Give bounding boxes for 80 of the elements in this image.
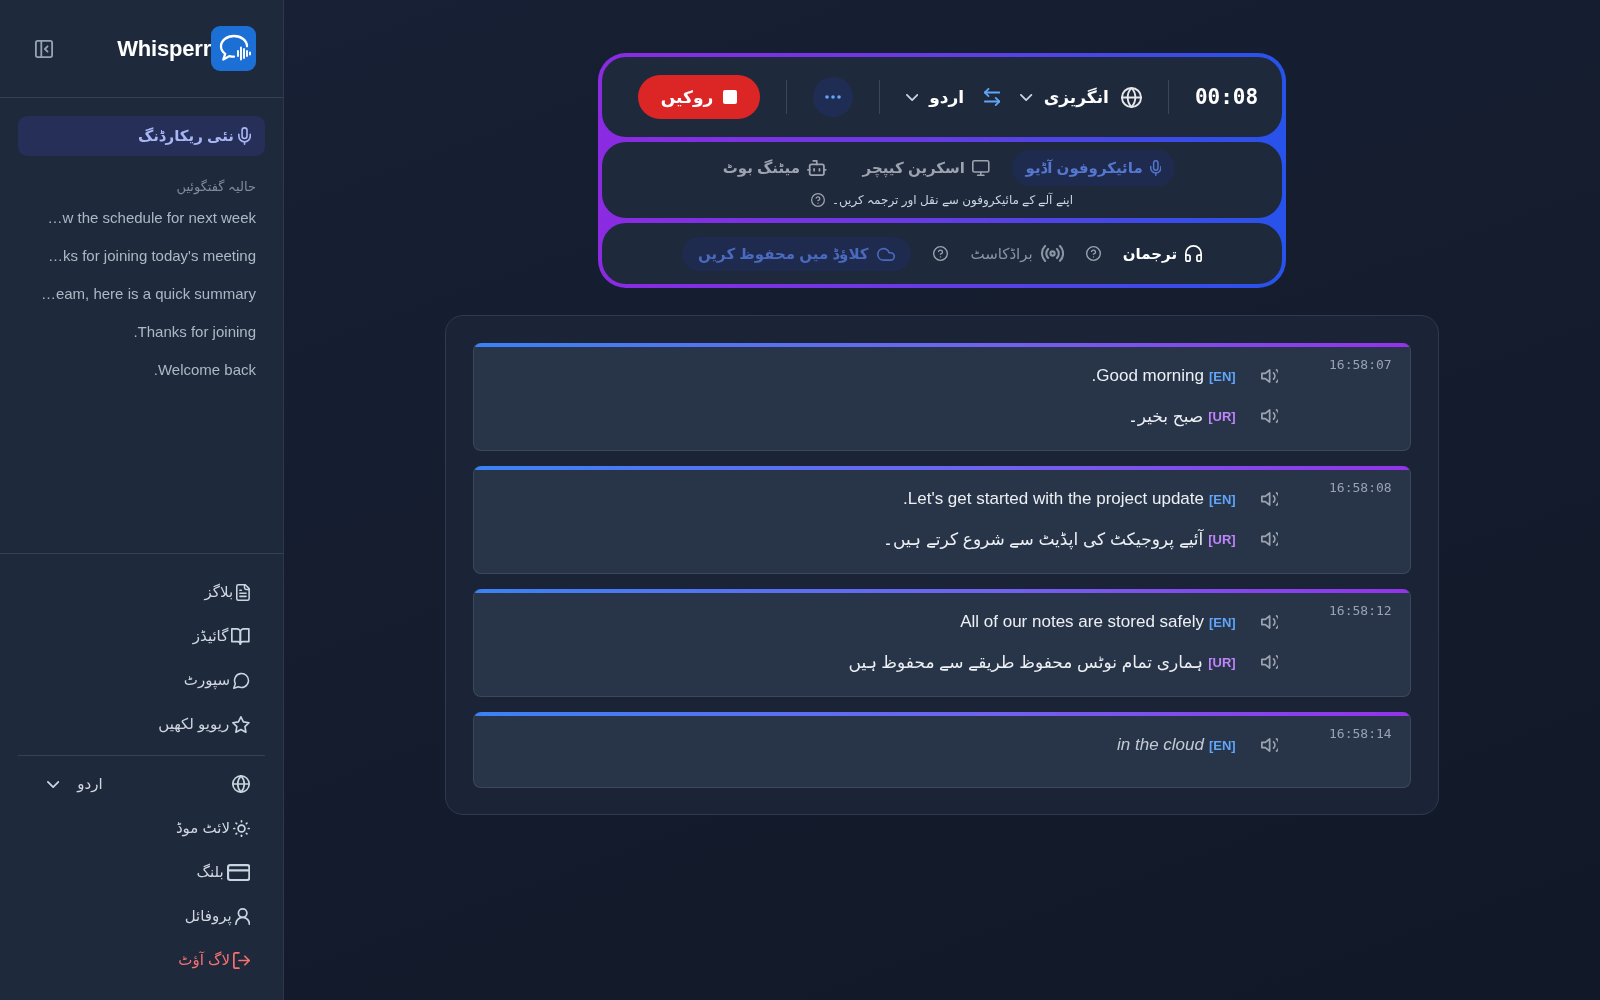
recent-conversation-item[interactable]: …ks for joining today's meeting (48, 237, 256, 275)
microphone-icon (237, 127, 251, 145)
output-toggle[interactable]: ترجمان (1122, 237, 1203, 270)
star-icon (232, 715, 250, 733)
language-dropdown[interactable]: اردو (906, 80, 965, 114)
chevron-down-icon (906, 93, 919, 101)
monitor-icon (971, 160, 990, 176)
language-tag: [EN] (1209, 614, 1236, 630)
nav-link[interactable]: گائیڈز (192, 614, 250, 658)
speaker-icon[interactable] (1260, 409, 1278, 423)
recent-conversation-item[interactable]: …eam, here is a quick summary (40, 275, 256, 313)
chevron-down-icon (47, 780, 60, 788)
help-icon[interactable] (1085, 246, 1101, 261)
chevron-down-icon (1020, 93, 1033, 101)
language-tag: [UR] (1208, 531, 1236, 547)
stop-button[interactable]: روکیں (638, 75, 760, 119)
language-tag: [UR] (1208, 654, 1236, 670)
dots-icon (825, 95, 841, 99)
globe-icon (1120, 86, 1142, 108)
robot-icon (807, 160, 827, 176)
transcript-text: صبح بخیر۔ (1127, 405, 1204, 427)
timestamp: 16:58:14 (1329, 725, 1392, 743)
chat-bubble-icon (233, 671, 250, 689)
transcript-text: آئیے پروجیکٹ کی اپڈیٹ سے شروع کرتے ہیں۔ (883, 528, 1204, 550)
speaker-icon[interactable] (1260, 738, 1278, 752)
logout-link[interactable]: لاگ آؤٹ (178, 938, 250, 982)
language-dropdown[interactable]: انگریزی (1020, 80, 1109, 114)
logout-icon (233, 951, 250, 969)
speaker-icon[interactable] (1260, 492, 1278, 506)
language-tag: [EN] (1209, 368, 1236, 384)
cloud-icon (876, 246, 896, 261)
recent-conversation-item[interactable]: …w the schedule for next week (47, 199, 256, 237)
mode-tab[interactable]: اسکرین کیپچر (848, 150, 1004, 186)
globe-icon (232, 775, 250, 793)
more-button[interactable] (813, 77, 853, 117)
timestamp: 16:58:08 (1329, 479, 1392, 497)
transcript-text: .Good morning (1091, 366, 1204, 386)
nav-link[interactable]: پروفائل (184, 894, 250, 938)
transcript-text: in the cloud (1117, 735, 1204, 755)
speaker-icon[interactable] (1260, 655, 1278, 669)
language-tag: [UR] (1208, 408, 1236, 424)
document-icon (236, 583, 250, 601)
sidebar-toggle-icon[interactable] (35, 39, 53, 58)
language-dropdown[interactable]: اردو (47, 769, 103, 799)
transcript-text: ہماری تمام نوٹس محفوظ طریقے سے محفوظ ہیں (848, 651, 1204, 673)
language-tag: [EN] (1209, 491, 1236, 507)
hint-text: اپنے آلے کے مائیکروفون سے نقل اور ترجمہ کریں۔ (831, 193, 1074, 207)
user-icon (234, 907, 250, 925)
transcript-text: All of our notes are stored safely (960, 612, 1204, 632)
microphone-icon (1149, 160, 1162, 176)
stop-icon (723, 90, 738, 104)
book-icon (231, 627, 250, 645)
recent-conversation-item[interactable]: .Thanks for joining (133, 313, 256, 351)
transcript-text: .Let's get started with the project update (903, 489, 1204, 509)
speaker-icon[interactable] (1260, 369, 1278, 383)
timer-text: 00:08 (1194, 85, 1259, 109)
logo-text: Whisperr (117, 35, 211, 62)
nav-link[interactable]: سپورٹ (183, 658, 250, 702)
section-heading: حالیہ گفتگوئیں (175, 178, 256, 196)
swap-icon[interactable] (984, 88, 1001, 106)
speaker-icon[interactable] (1260, 615, 1278, 629)
sun-icon (233, 819, 250, 837)
credit-card-icon (226, 863, 250, 881)
nav-link[interactable]: بلاگز (204, 570, 250, 614)
headphones-icon (1185, 245, 1203, 262)
nav-link[interactable]: بلنگ (196, 850, 250, 894)
mode-tab[interactable]: میٹنگ بوٹ (708, 150, 841, 186)
timestamp: 16:58:07 (1329, 356, 1392, 374)
output-toggle[interactable]: براڈکاسٹ (970, 237, 1064, 270)
timestamp: 16:58:12 (1329, 602, 1392, 620)
help-icon[interactable] (933, 246, 949, 261)
speaker-icon[interactable] (1260, 532, 1278, 546)
logo-icon (211, 26, 256, 71)
language-tag: [EN] (1209, 737, 1236, 753)
new-recording-button[interactable]: نئی ریکارڈنگ (18, 116, 265, 156)
help-icon[interactable] (810, 193, 825, 207)
nav-link[interactable]: لائٹ موڈ (175, 806, 250, 850)
broadcast-icon (1040, 245, 1064, 262)
nav-link[interactable]: ریویو لکھیں (158, 702, 250, 746)
recent-conversation-item[interactable]: .Welcome back (153, 351, 256, 389)
